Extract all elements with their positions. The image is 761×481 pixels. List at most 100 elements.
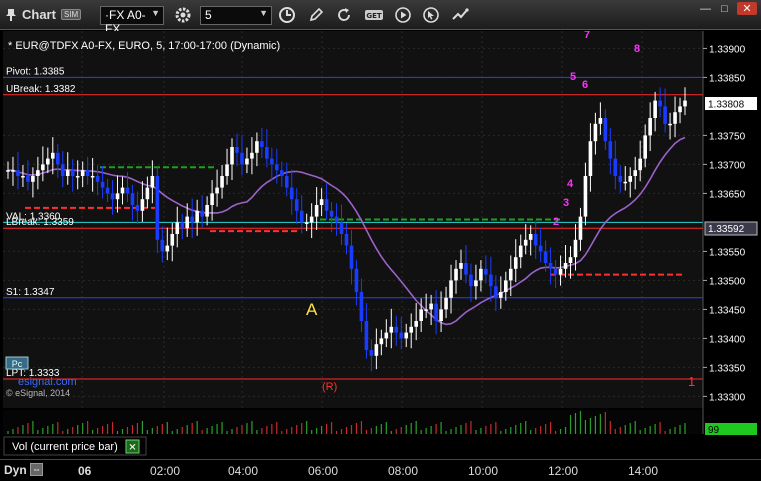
price-bar	[444, 297, 448, 310]
cursor-icon[interactable]	[421, 4, 441, 26]
symbol-select[interactable]: ·FX A0-FX ▼	[100, 6, 164, 36]
price-bar	[369, 350, 374, 356]
price-bar	[603, 118, 608, 142]
price-bar	[548, 263, 553, 269]
price-bar	[120, 187, 125, 194]
price-bar	[70, 170, 75, 176]
play-icon[interactable]	[393, 4, 413, 26]
price-bar	[75, 176, 80, 178]
minimize-button[interactable]: —	[697, 2, 714, 15]
interval-select[interactable]: 5 ▼	[200, 6, 272, 25]
price-bar	[683, 100, 687, 107]
price-bar	[613, 158, 618, 176]
price-bar	[324, 199, 329, 211]
price-bar	[583, 176, 588, 217]
price-bar	[474, 280, 478, 287]
price-bar	[409, 326, 414, 333]
price-bar	[60, 164, 65, 176]
price-bar	[643, 135, 647, 159]
price-bar	[145, 187, 150, 200]
price-bar	[11, 170, 15, 172]
price-bar	[339, 222, 344, 234]
time-tick-label: 10:00	[468, 464, 499, 478]
price-bar	[454, 268, 458, 281]
price-bar	[563, 263, 568, 269]
vendor-logo: esignal.com	[18, 376, 77, 388]
price-bar	[65, 170, 70, 176]
price-bar	[289, 187, 294, 200]
price-bar	[578, 216, 583, 240]
price-bar	[489, 274, 493, 287]
refresh-icon[interactable]	[334, 4, 354, 26]
price-bar	[170, 234, 175, 246]
sequence-label: 7	[584, 31, 590, 41]
pin-icon[interactable]	[3, 4, 19, 26]
price-bar	[414, 321, 418, 327]
price-bar	[185, 216, 190, 229]
price-bar	[150, 176, 155, 188]
price-bar	[46, 158, 50, 165]
settings-gear-icon[interactable]	[172, 4, 194, 26]
price-bar	[21, 176, 25, 178]
price-bar	[374, 344, 379, 356]
time-tick-label: 02:00	[150, 464, 181, 478]
sim-badge: SIM	[61, 9, 82, 20]
price-bar	[299, 210, 304, 223]
price-bar	[140, 199, 145, 211]
copyright-watermark: © eSignal, 2014	[6, 388, 70, 398]
price-bar	[678, 106, 682, 113]
price-bar	[110, 193, 115, 200]
close-button[interactable]: ✕	[737, 2, 757, 15]
price-bar	[608, 141, 613, 159]
level-label: LBreak: 1.3359	[6, 217, 74, 228]
price-bar	[329, 210, 334, 217]
price-bar	[334, 216, 339, 223]
price-bar	[568, 257, 573, 263]
price-tick-label: 1.33700	[709, 160, 746, 171]
price-bar	[80, 170, 85, 176]
price-tick-label: 1.33650	[709, 189, 746, 200]
scroll-lock-button[interactable]: ⇔	[30, 463, 43, 476]
price-bar	[668, 123, 672, 126]
price-chart[interactable]: Pivot: 1.3385UBreak: 1.3382VAL: 1.3360LB…	[0, 31, 761, 461]
price-bar	[673, 112, 677, 124]
price-bar	[518, 245, 523, 258]
maximize-button[interactable]: □	[716, 2, 733, 15]
price-bar	[513, 257, 518, 269]
indicator-panel-title: Vol (current price bar)	[12, 441, 118, 453]
price-bar	[503, 280, 508, 292]
app-title: Chart	[22, 7, 56, 22]
sequence-label: 6	[582, 79, 588, 91]
title-bar: Chart SIM ·FX A0-FX ▼ 5 ▼ GET — □ ✕	[0, 0, 761, 36]
price-tick-label: 1.33300	[709, 392, 746, 403]
price-bar	[558, 268, 563, 275]
svg-text:GET: GET	[366, 12, 382, 20]
price-bar	[210, 193, 214, 205]
price-bar	[359, 292, 364, 321]
price-tick-label: 1.33450	[709, 305, 746, 316]
price-bar	[105, 187, 110, 194]
get-data-icon[interactable]: GET	[362, 4, 386, 26]
price-bar	[135, 205, 140, 211]
price-bar	[663, 106, 667, 124]
time-tick-label: 08:00	[388, 464, 419, 478]
price-bar	[439, 309, 443, 321]
secondary-price: 1.33592	[708, 224, 745, 235]
price-bar	[638, 158, 642, 171]
price-bar	[90, 176, 95, 178]
price-bar	[573, 239, 578, 258]
price-bar	[230, 147, 234, 165]
clock-icon[interactable]	[276, 4, 298, 26]
chart-options-icon[interactable]	[449, 4, 471, 26]
price-bar	[464, 263, 468, 275]
pattern-marker: A	[306, 300, 318, 319]
price-bar	[384, 332, 389, 339]
price-bar	[190, 216, 194, 223]
price-bar	[36, 170, 40, 176]
price-bar	[160, 239, 165, 252]
price-bar	[225, 164, 229, 176]
price-bar	[379, 338, 384, 345]
time-tick-label: 12:00	[548, 464, 579, 478]
price-bar	[205, 205, 209, 217]
pencil-draw-icon[interactable]	[306, 4, 326, 26]
